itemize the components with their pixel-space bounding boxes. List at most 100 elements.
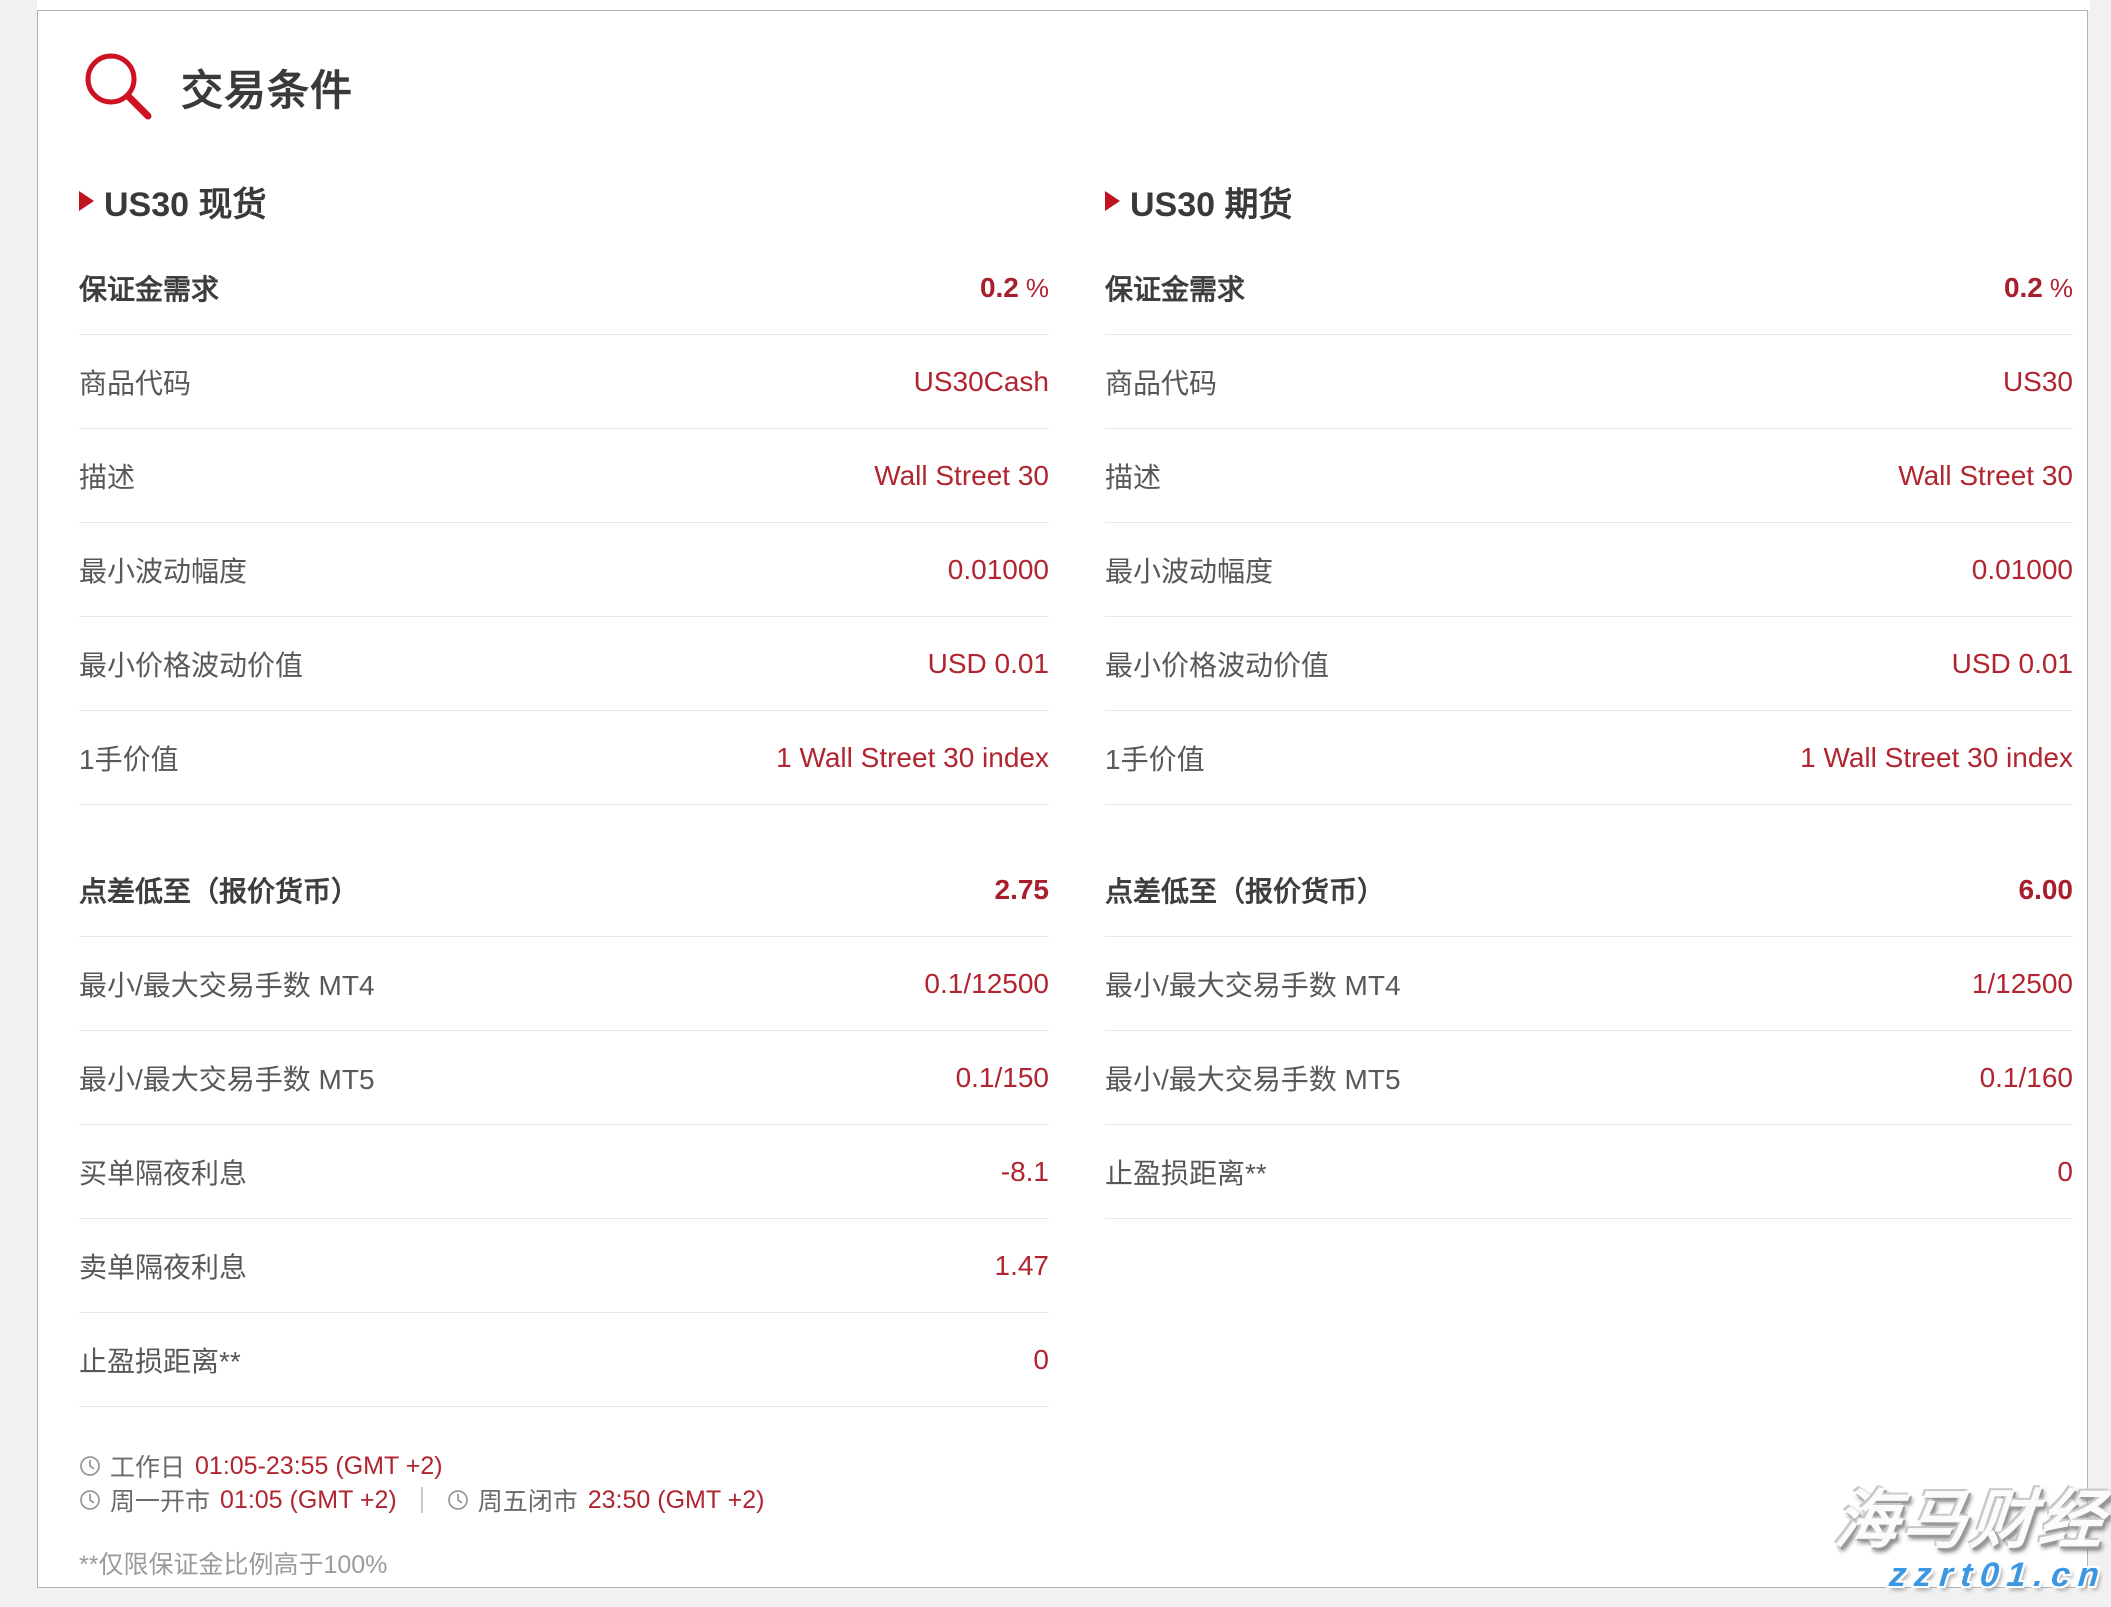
page-title: 交易条件 (181, 57, 353, 118)
row-label: 止盈损距离** (1105, 1152, 1267, 1192)
table-row: 最小波动幅度 0.01000 (1105, 523, 2073, 617)
open-close-hours-line: 周一开市 01:05 (GMT +2) 周五闭市 23:50 (GMT +2) (79, 1483, 1049, 1517)
workday-time: 01:05-23:55 (GMT +2) (195, 1452, 443, 1481)
table-row: 最小/最大交易手数 MT5 0.1/160 (1105, 1031, 2073, 1125)
column-header-futures: US30 期货 (1105, 179, 2073, 223)
row-value: 0 (1033, 1344, 1049, 1376)
row-label: 保证金需求 (79, 268, 219, 308)
row-value: 0.01000 (1972, 554, 2073, 586)
table-row: 最小/最大交易手数 MT4 1/12500 (1105, 937, 2073, 1031)
row-label: 最小价格波动价值 (1105, 644, 1329, 684)
friday-close-label: 周五闭市 (478, 1482, 578, 1518)
table-row: 1手价值 1 Wall Street 30 index (1105, 711, 2073, 805)
column-header-label: US30 期货 (1130, 177, 1293, 226)
table-row: 卖单隔夜利息 1.47 (79, 1219, 1049, 1313)
monday-open-time: 01:05 (GMT +2) (220, 1486, 397, 1515)
row-value: US30Cash (914, 366, 1049, 398)
row-value: US30 (2003, 366, 2073, 398)
row-label: 点差低至（报价货币） (79, 870, 359, 910)
table-row: 1手价值 1 Wall Street 30 index (79, 711, 1049, 805)
watermark-brand: 海马财经 (1832, 1488, 2110, 1552)
column-header-spot: US30 现货 (79, 179, 1049, 223)
workday-hours-line: 工作日 01:05-23:55 (GMT +2) (79, 1449, 1049, 1483)
magnifier-icon (83, 51, 155, 123)
row-label: 最小/最大交易手数 MT5 (79, 1058, 375, 1098)
row-label: 买单隔夜利息 (79, 1152, 247, 1192)
monday-open-label: 周一开市 (110, 1482, 210, 1518)
row-label: 保证金需求 (1105, 268, 1245, 308)
row-value: 0.1/12500 (924, 968, 1049, 1000)
row-label: 卖单隔夜利息 (79, 1246, 247, 1286)
row-value: 6.00 (2019, 874, 2074, 906)
row-label: 1手价值 (79, 738, 179, 778)
row-value: 1 Wall Street 30 index (776, 742, 1049, 774)
row-value: 1.47 (995, 1250, 1050, 1282)
watermark-site: zzrt01.cn (1834, 1558, 2109, 1592)
row-value: -8.1 (1001, 1156, 1049, 1188)
spec-table-section2: 点差低至（报价货币） 6.00 最小/最大交易手数 MT4 1/12500 最小… (1105, 843, 2073, 1219)
table-row: 最小波动幅度 0.01000 (79, 523, 1049, 617)
clock-icon (447, 1489, 469, 1511)
trading-conditions-card: 交易条件 US30 现货 保证金需求 0.2% 商品代码 US30Cash 描述 (37, 10, 2088, 1588)
column-header-label: US30 现货 (104, 177, 267, 226)
table-row: 保证金需求 0.2% (79, 241, 1049, 335)
margin-note: **仅限保证金比例高于100% (79, 1545, 1049, 1581)
clock-icon (79, 1455, 101, 1477)
row-value: 0.1/150 (956, 1062, 1049, 1094)
row-value: 1/12500 (1972, 968, 2073, 1000)
row-value: USD 0.01 (928, 648, 1049, 680)
table-row: 描述 Wall Street 30 (79, 429, 1049, 523)
friday-close-time: 23:50 (GMT +2) (588, 1486, 765, 1515)
row-value: 2.75 (995, 874, 1050, 906)
table-row: 描述 Wall Street 30 (1105, 429, 2073, 523)
row-label: 描述 (79, 456, 135, 496)
watermark: 海马财经 zzrt01.cn (1835, 1488, 2107, 1592)
row-value: 0 (2057, 1156, 2073, 1188)
row-value: 0.1/160 (1980, 1062, 2073, 1094)
card-top-cap (37, 0, 2090, 10)
table-row: 商品代码 US30Cash (79, 335, 1049, 429)
row-label: 描述 (1105, 456, 1161, 496)
row-label: 最小/最大交易手数 MT4 (1105, 964, 1401, 1004)
page-title-row: 交易条件 (83, 51, 353, 123)
row-value: USD 0.01 (1952, 648, 2073, 680)
row-label: 最小/最大交易手数 MT5 (1105, 1058, 1401, 1098)
row-label: 点差低至（报价货币） (1105, 870, 1385, 910)
table-row: 最小价格波动价值 USD 0.01 (79, 617, 1049, 711)
table-row: 最小/最大交易手数 MT5 0.1/150 (79, 1031, 1049, 1125)
row-value: Wall Street 30 (1898, 460, 2073, 492)
column-us30-futures: US30 期货 保证金需求 0.2% 商品代码 US30 描述 Wall Str… (1105, 179, 2073, 1219)
table-row: 点差低至（报价货币） 2.75 (79, 843, 1049, 937)
trading-hours-footer: 工作日 01:05-23:55 (GMT +2) 周一开市 01:05 (GMT… (79, 1449, 1049, 1581)
red-triangle-icon (1105, 191, 1120, 211)
clock-icon (79, 1489, 101, 1511)
red-triangle-icon (79, 191, 94, 211)
row-label: 最小波动幅度 (79, 550, 247, 590)
row-value: 0.01000 (948, 554, 1049, 586)
row-value: 0.2% (980, 272, 1049, 304)
table-row: 买单隔夜利息 -8.1 (79, 1125, 1049, 1219)
table-row: 止盈损距离** 0 (1105, 1125, 2073, 1219)
column-us30-spot: US30 现货 保证金需求 0.2% 商品代码 US30Cash 描述 Wall… (79, 179, 1049, 1581)
table-row: 点差低至（报价货币） 6.00 (1105, 843, 2073, 937)
table-row: 最小/最大交易手数 MT4 0.1/12500 (79, 937, 1049, 1031)
row-label: 1手价值 (1105, 738, 1205, 778)
spec-table-section2: 点差低至（报价货币） 2.75 最小/最大交易手数 MT4 0.1/12500 … (79, 843, 1049, 1407)
row-value: 0.2% (2004, 272, 2073, 304)
row-label: 商品代码 (79, 362, 191, 402)
row-label: 最小波动幅度 (1105, 550, 1273, 590)
workday-label: 工作日 (110, 1448, 185, 1484)
table-row: 商品代码 US30 (1105, 335, 2073, 429)
vertical-divider (421, 1487, 423, 1513)
row-label: 最小/最大交易手数 MT4 (79, 964, 375, 1004)
row-label: 商品代码 (1105, 362, 1217, 402)
trading-conditions-page: 交易条件 US30 现货 保证金需求 0.2% 商品代码 US30Cash 描述 (0, 0, 2111, 1607)
table-row: 保证金需求 0.2% (1105, 241, 2073, 335)
spec-table-spot: 保证金需求 0.2% 商品代码 US30Cash 描述 Wall Street … (79, 241, 1049, 1407)
table-row: 最小价格波动价值 USD 0.01 (1105, 617, 2073, 711)
table-row: 止盈损距离** 0 (79, 1313, 1049, 1407)
row-label: 最小价格波动价值 (79, 644, 303, 684)
row-value: Wall Street 30 (874, 460, 1049, 492)
row-value: 1 Wall Street 30 index (1800, 742, 2073, 774)
row-label: 止盈损距离** (79, 1340, 241, 1380)
